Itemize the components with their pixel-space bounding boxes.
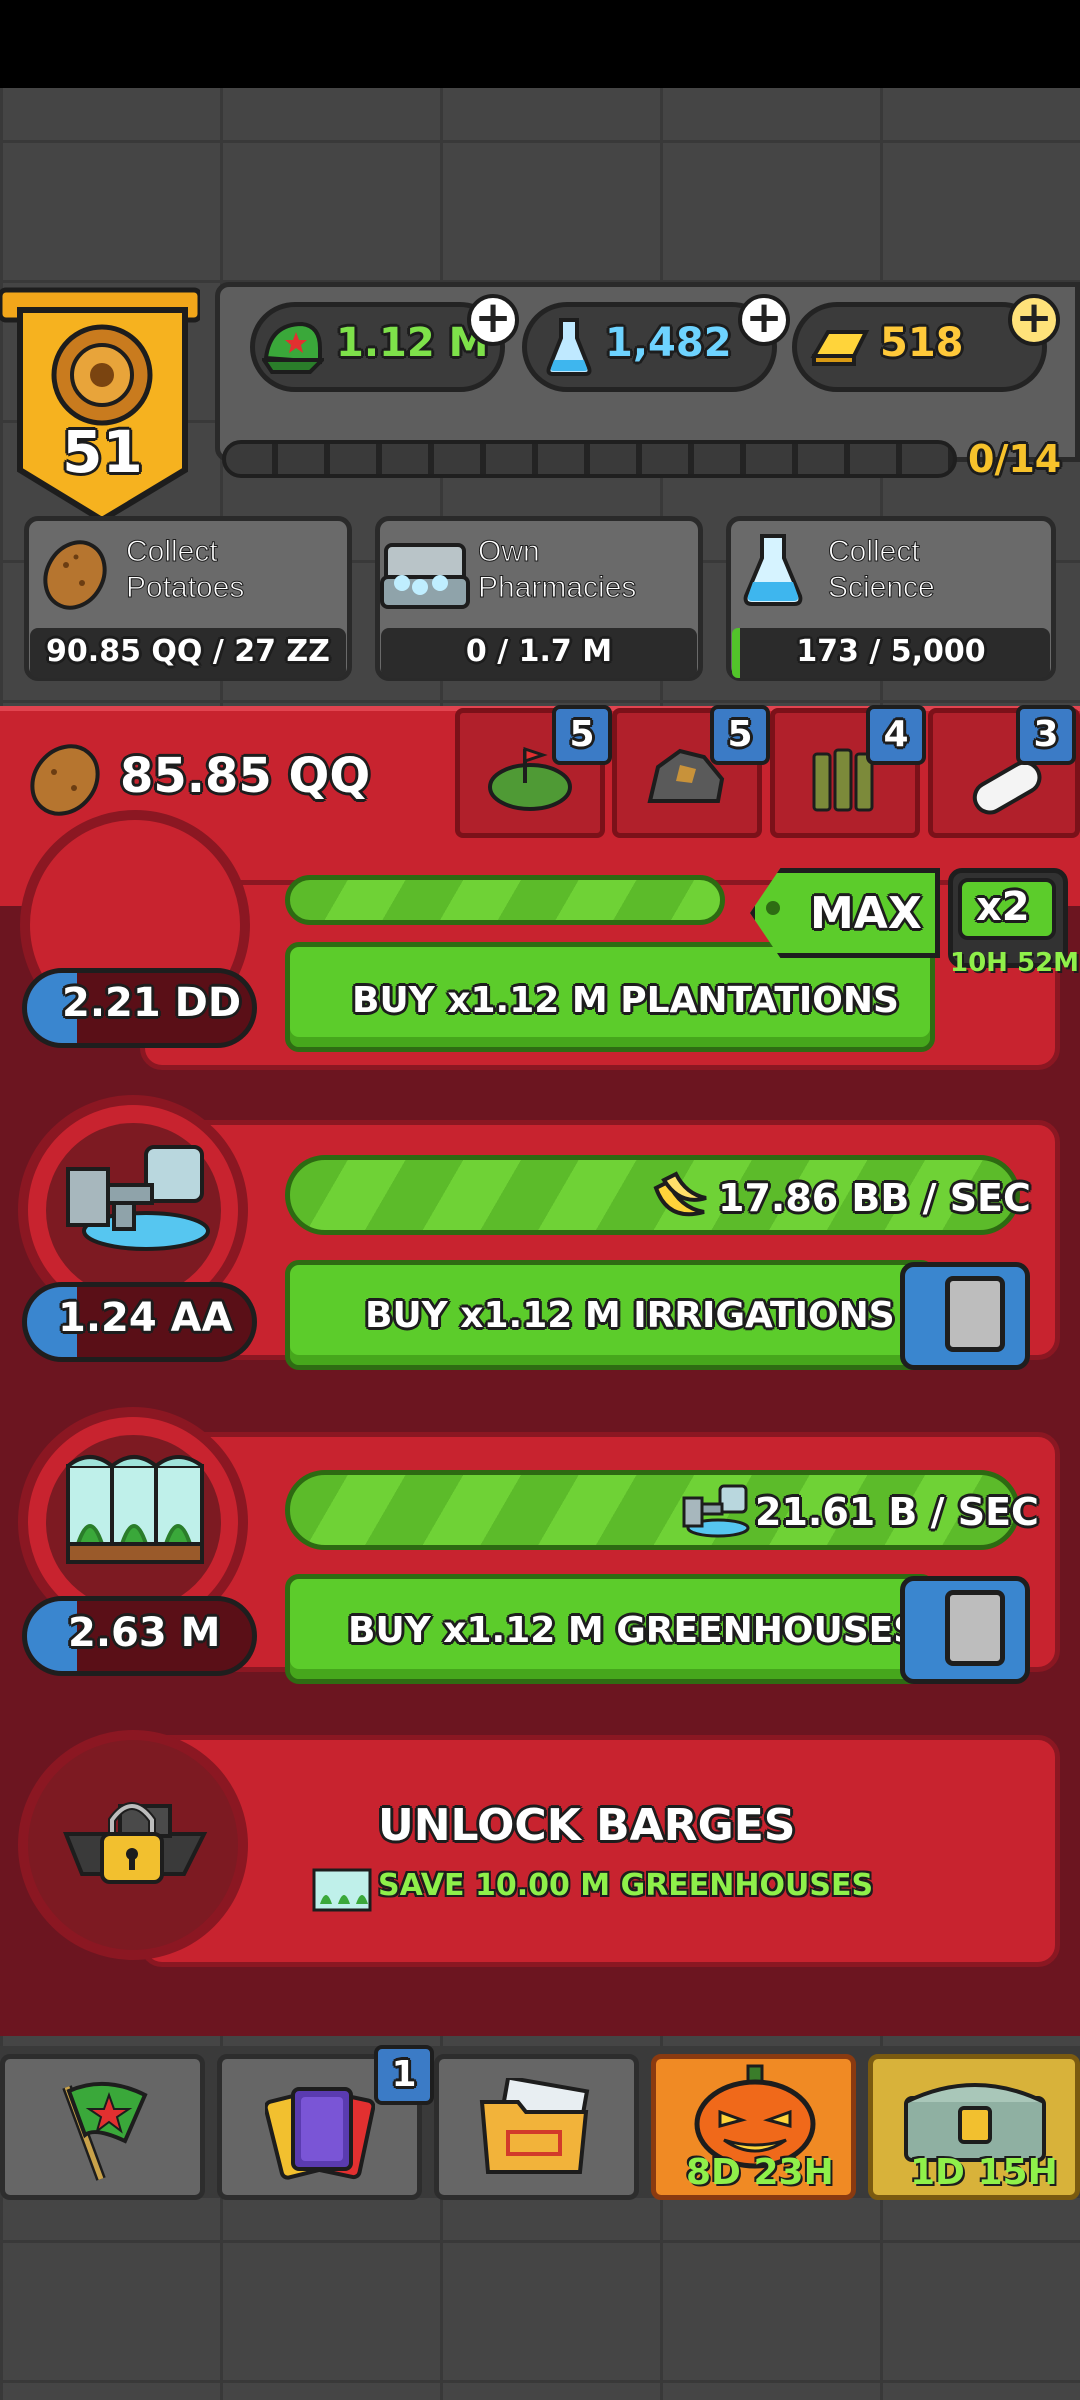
goal-title: Own (477, 535, 540, 569)
plantation-count: 2.21 DD (62, 980, 242, 1026)
goal-value: 90.85 QQ / 27 ZZ (46, 634, 330, 669)
potato-icon (30, 744, 100, 816)
max-tag-hole (766, 901, 780, 915)
lock-icon (63, 1802, 208, 1884)
irrigation-icon (682, 1484, 750, 1538)
game-screen: { "header": { "level": "51", "resources"… (0, 0, 1080, 2400)
goal-title: Science (828, 571, 936, 605)
pharmacy-icon (380, 543, 470, 609)
red-star-flag-icon (62, 2081, 148, 2181)
event-timer: 8D 23H (686, 2152, 834, 2193)
cards-icon (265, 2087, 375, 2180)
gold-bar-icon (810, 330, 870, 366)
science-flask-icon (546, 318, 592, 376)
goal-title: Collect (125, 535, 218, 569)
greenhouse-icon (66, 1455, 204, 1564)
goal-value: 0 / 1.7 M (465, 634, 613, 669)
irrigation-count: 1.24 AA (58, 1295, 233, 1341)
add-bucks-button[interactable]: + (467, 294, 519, 346)
level-progress-text: 0/14 (968, 437, 1062, 481)
boost-timer: 10H 52M (950, 948, 1080, 978)
player-level: 51 (62, 418, 143, 486)
treasure-chest-icon (904, 2083, 1046, 2162)
buy-plantations-label: BUY x1.12 M PLANTATIONS (352, 980, 899, 1021)
irrigation-production: 17.86 BB / SEC (718, 1176, 1031, 1220)
greenhouse-count: 2.63 M (68, 1610, 221, 1656)
buy-irrigations-label: BUY x1.12 M IRRIGATIONS (365, 1295, 895, 1336)
unlock-title: UNLOCK BARGES (378, 1800, 796, 1851)
status-bar (0, 0, 1080, 88)
folder-icon (479, 2078, 590, 2174)
army-cap-icon (262, 321, 324, 374)
add-gold-button[interactable]: + (1008, 294, 1060, 346)
max-label: MAX (810, 888, 922, 939)
x2-label: x2 (976, 884, 1030, 930)
unlock-barges-card[interactable] (140, 1735, 1060, 1967)
greenhouse-production: 21.61 B / SEC (755, 1490, 1039, 1534)
tab-badge: 3 (1016, 705, 1076, 765)
goal-title: Pharmacies (477, 571, 637, 605)
goal-value: 173 / 5,000 (796, 634, 986, 669)
unlock-requirement: SAVE 10.00 M GREENHOUSES (378, 1868, 874, 1903)
tab-badge: 4 (866, 705, 926, 765)
irrigation-icon (66, 1145, 210, 1251)
science-value: 1,482 (605, 320, 732, 366)
chest-timer: 1D 15H (910, 2152, 1058, 2193)
level-progress-bar (222, 440, 957, 478)
card-icon (945, 1276, 1005, 1352)
card-icon (945, 1590, 1005, 1666)
tab-badge: 5 (710, 705, 770, 765)
rank-gear-icon (51, 324, 153, 426)
level-banner[interactable] (0, 280, 200, 530)
add-science-button[interactable]: + (738, 294, 790, 346)
production-bar (285, 875, 725, 925)
buy-greenhouses-label: BUY x1.12 M GREENHOUSES (348, 1610, 920, 1651)
gold-value: 518 (880, 320, 964, 366)
potato-bucks-value: 1.12 M (336, 320, 489, 366)
cards-badge: 1 (374, 2045, 434, 2105)
banana-icon (653, 1171, 707, 1217)
goal-title: Potatoes (125, 571, 245, 605)
science-flask-icon (743, 534, 803, 606)
goal-title: Collect (828, 535, 921, 569)
greenhouse-icon (312, 1868, 372, 1912)
potato-count: 85.85 QQ (120, 748, 371, 804)
potato-icon (43, 540, 107, 610)
tab-badge: 5 (552, 705, 612, 765)
